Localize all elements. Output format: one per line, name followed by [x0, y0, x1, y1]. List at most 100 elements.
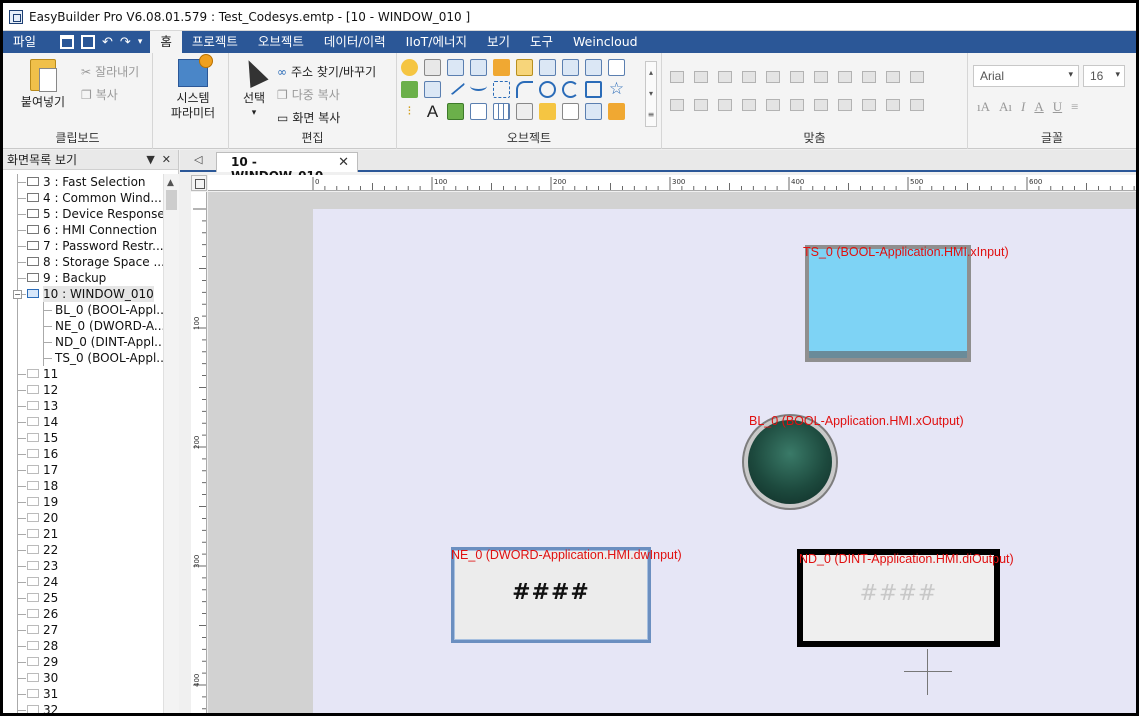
screen-list-item[interactable]: 30 [3, 670, 163, 686]
make-same-width-icon[interactable] [670, 99, 684, 111]
bit-lamp-icon[interactable] [401, 59, 418, 76]
screen-list-item[interactable]: 18 [3, 478, 163, 494]
make-same-height-icon[interactable] [694, 99, 708, 111]
design-canvas[interactable]: TS_0 (BOOL-Application.HMI.xInput) BL_0 … [208, 192, 1136, 713]
underline-icon[interactable]: U [1053, 99, 1062, 115]
bar-graph-icon[interactable] [539, 103, 556, 120]
font-size-select[interactable]: 16 ▾ [1083, 65, 1125, 87]
order-icon[interactable] [838, 99, 852, 111]
toggle-switch-ts0[interactable] [805, 245, 971, 362]
data-display-icon[interactable] [562, 103, 579, 120]
ruler-corner[interactable] [191, 175, 207, 191]
screen-list-item[interactable]: 16 [3, 446, 163, 462]
scrollbar-thumb[interactable] [166, 190, 177, 210]
screen-list-item[interactable]: 9 : Backup [3, 270, 163, 286]
screen-copy-button[interactable]: ▭ 화면 복사 [277, 109, 340, 126]
screen-list-item[interactable]: 22 [3, 542, 163, 558]
set-word-icon[interactable] [470, 59, 487, 76]
table-icon[interactable] [493, 103, 510, 120]
align-left-icon[interactable] [742, 71, 756, 83]
cut-button[interactable]: ✂ 잘라내기 [81, 63, 139, 80]
tab-object[interactable]: 오브젝트 [248, 31, 314, 53]
tab-tools[interactable]: 도구 [520, 31, 563, 53]
screen-list-item[interactable]: 4 : Common Wind... [3, 190, 163, 206]
window-010-screen[interactable]: TS_0 (BOOL-Application.HMI.xInput) BL_0 … [313, 209, 1136, 713]
distribute-v-icon[interactable] [838, 71, 852, 83]
tab-data-history[interactable]: 데이터/이력 [314, 31, 396, 53]
screen-list-item[interactable]: 26 [3, 606, 163, 622]
set-bit-icon[interactable] [447, 59, 464, 76]
ungroup-icon[interactable] [766, 99, 780, 111]
circle-icon[interactable] [539, 81, 556, 98]
screen-list-item[interactable]: 19 [3, 494, 163, 510]
tab-iiot-energy[interactable]: IIoT/에너지 [396, 31, 477, 53]
layer-icon[interactable] [814, 99, 828, 111]
arc-icon[interactable] [516, 81, 533, 98]
screen-list-item[interactable]: 7 : Password Restr... [3, 238, 163, 254]
save-icon[interactable] [60, 35, 75, 49]
screen-list-item[interactable]: 31 [3, 686, 163, 702]
polyline-icon[interactable] [470, 81, 487, 91]
screen-list-scrollbar[interactable]: ▲ [163, 174, 179, 713]
tab-project[interactable]: 프로젝트 [182, 31, 248, 53]
scroll-up-icon[interactable]: ▲ [167, 178, 174, 188]
screen-list-item[interactable]: 15 [3, 430, 163, 446]
screen-list-item[interactable]: 13 [3, 398, 163, 414]
screen-list-item[interactable]: 21 [3, 526, 163, 542]
toggle-switch-icon[interactable] [493, 59, 510, 76]
screen-list-item[interactable]: 5 : Device Response [3, 206, 163, 222]
screen-list-item[interactable]: 32 [3, 702, 163, 713]
screen-list-item[interactable]: 29 [3, 654, 163, 670]
trend-icon[interactable] [493, 81, 510, 98]
slider-icon[interactable] [562, 59, 579, 76]
find-replace-address-button[interactable]: ∞ 주소 찾기/바꾸기 [277, 63, 376, 80]
pin-icon[interactable] [790, 99, 804, 111]
copy-button[interactable]: ❐ 복사 [81, 86, 118, 103]
meter-icon[interactable] [516, 103, 533, 120]
center-in-window-icon[interactable] [718, 99, 732, 111]
system-parameters-button[interactable]: 시스템 파라미터 [165, 54, 221, 121]
object-palette-scroll[interactable]: ▴ ▾ ≡ [645, 61, 657, 127]
bit-lamp-bl0[interactable] [748, 420, 832, 504]
pie-icon[interactable] [562, 81, 579, 98]
screen-list-item[interactable]: 24 [3, 574, 163, 590]
align-center-icon[interactable] [766, 71, 780, 83]
function-key-icon[interactable] [539, 59, 556, 76]
screen-list-item[interactable]: 17 [3, 462, 163, 478]
screen-list-item[interactable]: 11 [3, 366, 163, 382]
option-list-icon[interactable] [608, 59, 625, 76]
select-button[interactable]: 선택 ▾ [237, 55, 271, 121]
line-icon[interactable] [445, 76, 466, 96]
space-h-icon[interactable] [862, 71, 876, 83]
text-icon[interactable]: A [424, 103, 441, 120]
screen-list-item[interactable]: 14 [3, 414, 163, 430]
align-middle-icon[interactable] [694, 71, 708, 83]
font-color-icon[interactable]: A [1034, 99, 1043, 115]
frame-icon[interactable] [470, 103, 487, 120]
screen-list-item[interactable]: 6 : HMI Connection [3, 222, 163, 238]
paste-button[interactable]: 붙여넣기 [19, 59, 67, 110]
panel-dropdown-icon[interactable]: ▼ [146, 153, 154, 166]
tab-window-010[interactable]: 10 - WINDOW_010 ✕ [216, 152, 358, 183]
word-lamp-icon[interactable] [424, 59, 441, 76]
tab-scroll-left-icon[interactable]: ◁ [194, 153, 202, 166]
tab-home[interactable]: 홈 [150, 31, 182, 53]
distribute-h-icon[interactable] [814, 71, 828, 83]
object-list-item[interactable]: BL_0 (BOOL-Appl... [3, 302, 163, 318]
menu-file[interactable]: 파일 [3, 31, 46, 53]
picture-icon[interactable] [447, 103, 464, 120]
font-grow-icon[interactable]: ıA [977, 99, 990, 115]
group-icon[interactable] [742, 99, 756, 111]
redo-icon[interactable]: ↷ [120, 35, 131, 50]
tab-view[interactable]: 보기 [477, 31, 520, 53]
align-top-icon[interactable] [718, 71, 732, 83]
customize-dropdown-icon[interactable]: ▾ [138, 37, 143, 47]
close-tab-icon[interactable]: ✕ [338, 155, 349, 170]
font-family-select[interactable]: Arial ▾ [973, 65, 1079, 87]
align-bottom-icon[interactable] [670, 71, 684, 83]
screen-list-item[interactable]: 20 [3, 510, 163, 526]
rectangle-icon[interactable] [585, 81, 602, 98]
screen-list-item[interactable]: 8 : Storage Space ... [3, 254, 163, 270]
numeric-icon[interactable] [401, 81, 418, 98]
xy-icon[interactable] [910, 71, 924, 83]
